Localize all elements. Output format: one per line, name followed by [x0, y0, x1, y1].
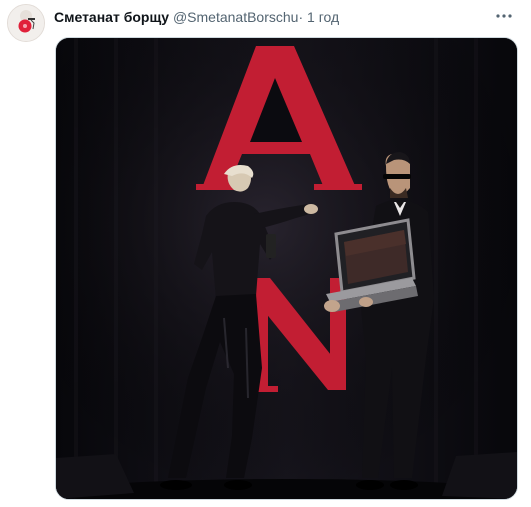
tweet-header: Сметанат борщу @SmetanatBorschu· 1 год — [54, 9, 339, 25]
author-handle[interactable]: @SmetanatBorschu — [173, 9, 299, 25]
briefcase — [324, 218, 418, 312]
avatar[interactable] — [7, 4, 45, 42]
tweet-timestamp[interactable]: 1 год — [307, 9, 339, 25]
tweet-media-image[interactable] — [55, 37, 518, 500]
more-options-icon[interactable] — [494, 7, 514, 25]
separator-dot: · — [298, 9, 304, 25]
author-name[interactable]: Сметанат борщу — [54, 9, 169, 25]
tweet-card[interactable]: Сметанат борщу @SmetanatBorschu· 1 год — [0, 0, 531, 507]
